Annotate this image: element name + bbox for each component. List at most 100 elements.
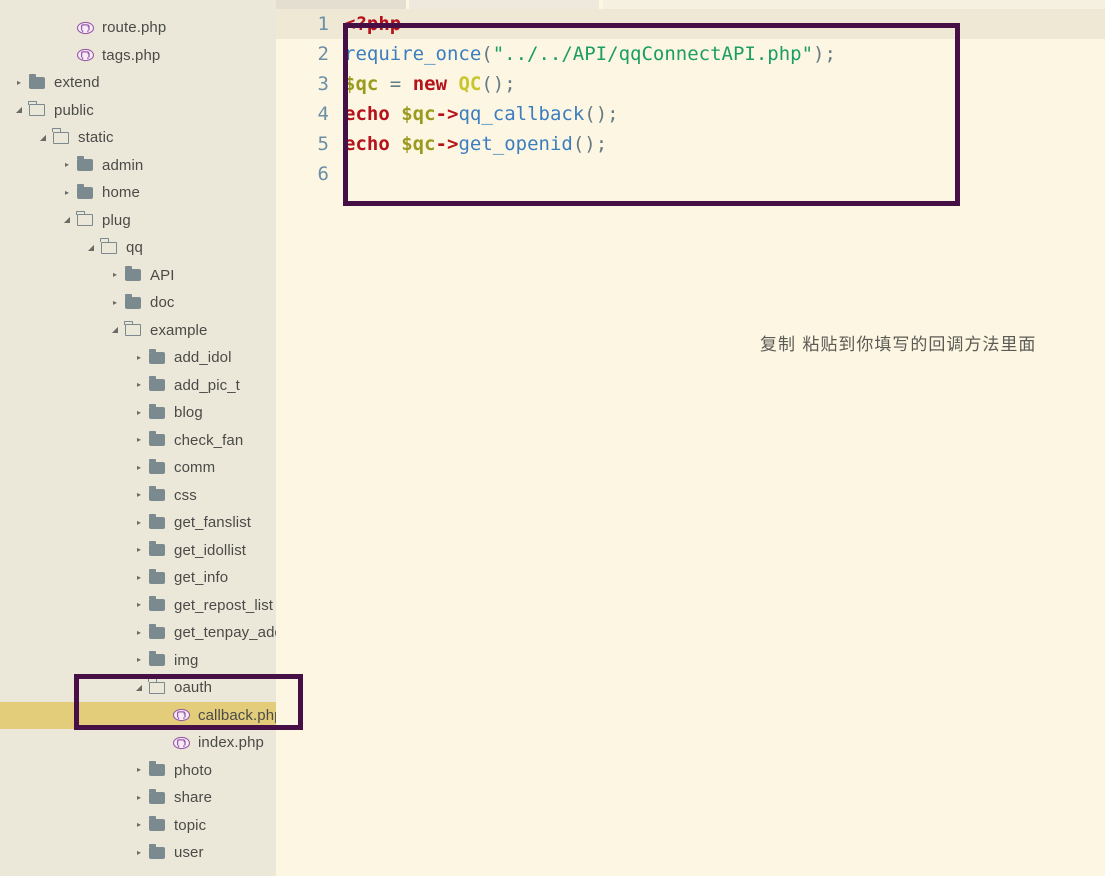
chevron-right-icon[interactable]: ▸ — [132, 573, 146, 582]
folder-open-icon — [98, 238, 120, 254]
code-token: (); — [572, 133, 608, 155]
code-line-text: echo $qc->qq_callback(); — [337, 99, 619, 129]
tree-item-label: route.php — [102, 19, 167, 37]
tree-folder-add_idol[interactable]: ▸ add_idol — [0, 344, 276, 372]
folder-closed-icon — [146, 513, 168, 529]
tree-file-callback-php[interactable]: ▸callback.php — [0, 701, 276, 729]
tree-folder-doc[interactable]: ▸ doc — [0, 289, 276, 317]
tree-item-label: tags.php — [102, 46, 161, 64]
tree-folder-get_info[interactable]: ▸ get_info — [0, 564, 276, 592]
folder-closed-icon — [146, 348, 168, 364]
tree-folder-get_repost_list[interactable]: ▸ get_repost_list — [0, 592, 276, 620]
php-file-icon — [74, 21, 96, 35]
chevron-right-icon[interactable]: ▸ — [108, 298, 122, 307]
tree-folder-get_fanslist[interactable]: ▸ get_fanslist — [0, 509, 276, 537]
chevron-right-icon[interactable]: ▸ — [132, 821, 146, 829]
chevron-right-icon[interactable]: ▸ — [132, 601, 146, 609]
chevron-down-icon[interactable]: ◢ — [12, 106, 26, 114]
editor-tab-2[interactable] — [409, 0, 599, 9]
line-number: 1 — [317, 13, 329, 35]
tree-folder-img[interactable]: ▸ img — [0, 647, 276, 675]
chevron-right-icon[interactable]: ▸ — [12, 78, 26, 87]
tree-folder-topic[interactable]: ▸ topic — [0, 812, 276, 840]
line-number: 2 — [317, 43, 329, 65]
php-file-icon — [170, 736, 192, 750]
php-file-icon — [170, 708, 192, 722]
chevron-right-icon[interactable]: ▸ — [108, 271, 122, 279]
code-token: ; — [824, 43, 836, 65]
chevron-right-icon[interactable]: ▸ — [132, 463, 146, 472]
code-line-text: <?php — [337, 9, 401, 39]
chevron-right-icon[interactable]: ▸ — [132, 381, 146, 389]
line-number: 3 — [317, 73, 329, 95]
tree-folder-user[interactable]: ▸ user — [0, 839, 276, 867]
chevron-down-icon[interactable]: ◢ — [108, 326, 122, 334]
chevron-right-icon[interactable]: ▸ — [132, 848, 146, 857]
tree-folder-admin[interactable]: ▸ admin — [0, 152, 276, 180]
chevron-right-icon[interactable]: ▸ — [60, 161, 74, 169]
tree-file-tags-php[interactable]: ▸tags.php — [0, 42, 276, 70]
editor-tab-3[interactable] — [603, 0, 1105, 9]
tree-folder-API[interactable]: ▸ API — [0, 262, 276, 290]
tree-item-label: css — [174, 486, 197, 504]
chevron-down-icon[interactable]: ◢ — [36, 133, 50, 142]
chevron-down-icon[interactable]: ◢ — [84, 243, 98, 252]
tree-folder-css[interactable]: ▸ css — [0, 482, 276, 510]
code-line[interactable]: 5 echo $qc->get_openid(); — [276, 129, 1105, 159]
code-line[interactable]: 4 echo $qc->qq_callback(); — [276, 99, 1105, 129]
code-line[interactable]: 6 — [276, 159, 1105, 189]
editor-tab-1[interactable] — [276, 0, 406, 9]
tree-folder-plug[interactable]: ◢ plug — [0, 207, 276, 235]
editor-tab-strip[interactable] — [276, 0, 1105, 9]
chevron-right-icon[interactable]: ▸ — [132, 491, 146, 499]
code-line[interactable]: 2 require_once("../../API/qqConnectAPI.ph… — [276, 39, 1105, 69]
file-tree[interactable]: ▸route.php▸tags.php▸extend◢public◢static… — [0, 0, 276, 867]
tree-folder-get_tenpay_addr[interactable]: ▸ get_tenpay_addr — [0, 619, 276, 647]
code-line[interactable]: 1 <?php — [276, 9, 1105, 39]
chevron-right-icon[interactable]: ▸ — [60, 188, 74, 197]
code-editor-panel[interactable]: 1 <?php 2 require_once("../../API/qqConnect… — [276, 0, 1105, 876]
code-text-area[interactable]: 1 <?php 2 require_once("../../API/qqConnect… — [276, 9, 1105, 876]
tree-folder-static[interactable]: ◢ static — [0, 124, 276, 152]
tree-folder-extend[interactable]: ▸ extend — [0, 69, 276, 97]
tree-folder-qq[interactable]: ◢ qq — [0, 234, 276, 262]
tree-folder-add_pic_t[interactable]: ▸ add_pic_t — [0, 372, 276, 400]
tree-folder-check_fan[interactable]: ▸ check_fan — [0, 427, 276, 455]
tree-file-index-php[interactable]: ▸index.php — [0, 729, 276, 757]
code-token: (); — [481, 73, 516, 95]
folder-closed-icon — [146, 568, 168, 584]
tree-file-route-php[interactable]: ▸route.php — [0, 14, 276, 42]
tree-folder-comm[interactable]: ▸ comm — [0, 454, 276, 482]
tree-folder-get_idollist[interactable]: ▸ get_idollist — [0, 537, 276, 565]
chevron-right-icon[interactable]: ▸ — [132, 656, 146, 664]
chevron-down-icon[interactable]: ◢ — [132, 683, 146, 692]
chevron-right-icon[interactable]: ▸ — [132, 408, 146, 417]
tree-folder-example[interactable]: ◢ example — [0, 317, 276, 345]
tree-folder-public[interactable]: ◢ public — [0, 97, 276, 125]
tree-folder-blog[interactable]: ▸ blog — [0, 399, 276, 427]
chevron-right-icon[interactable]: ▸ — [132, 628, 146, 637]
tree-folder-home[interactable]: ▸ home — [0, 179, 276, 207]
code-token: -> — [435, 133, 459, 155]
tree-folder-photo[interactable]: ▸ photo — [0, 757, 276, 785]
tree-folder-oauth[interactable]: ◢ oauth — [0, 674, 276, 702]
tree-item-label: static — [78, 129, 114, 147]
tree-item-label: get_fanslist — [174, 514, 252, 532]
chevron-right-icon[interactable]: ▸ — [132, 436, 146, 444]
chevron-right-icon[interactable]: ▸ — [132, 793, 146, 802]
project-file-tree-panel[interactable]: ▸route.php▸tags.php▸extend◢public◢static… — [0, 0, 276, 876]
code-token: <?php — [344, 13, 402, 35]
chevron-right-icon[interactable]: ▸ — [132, 546, 146, 554]
chevron-right-icon[interactable]: ▸ — [132, 518, 146, 527]
tree-item-label: index.php — [198, 734, 264, 752]
code-line[interactable]: 3 $qc = new QC(); — [276, 69, 1105, 99]
chevron-down-icon[interactable]: ◢ — [60, 216, 74, 224]
chevron-right-icon[interactable]: ▸ — [132, 353, 146, 362]
tree-folder-share[interactable]: ▸ share — [0, 784, 276, 812]
folder-closed-icon — [146, 458, 168, 474]
folder-open-icon — [26, 100, 48, 117]
code-line-text: echo $qc->get_openid(); — [337, 129, 607, 159]
chevron-right-icon[interactable]: ▸ — [132, 766, 146, 774]
